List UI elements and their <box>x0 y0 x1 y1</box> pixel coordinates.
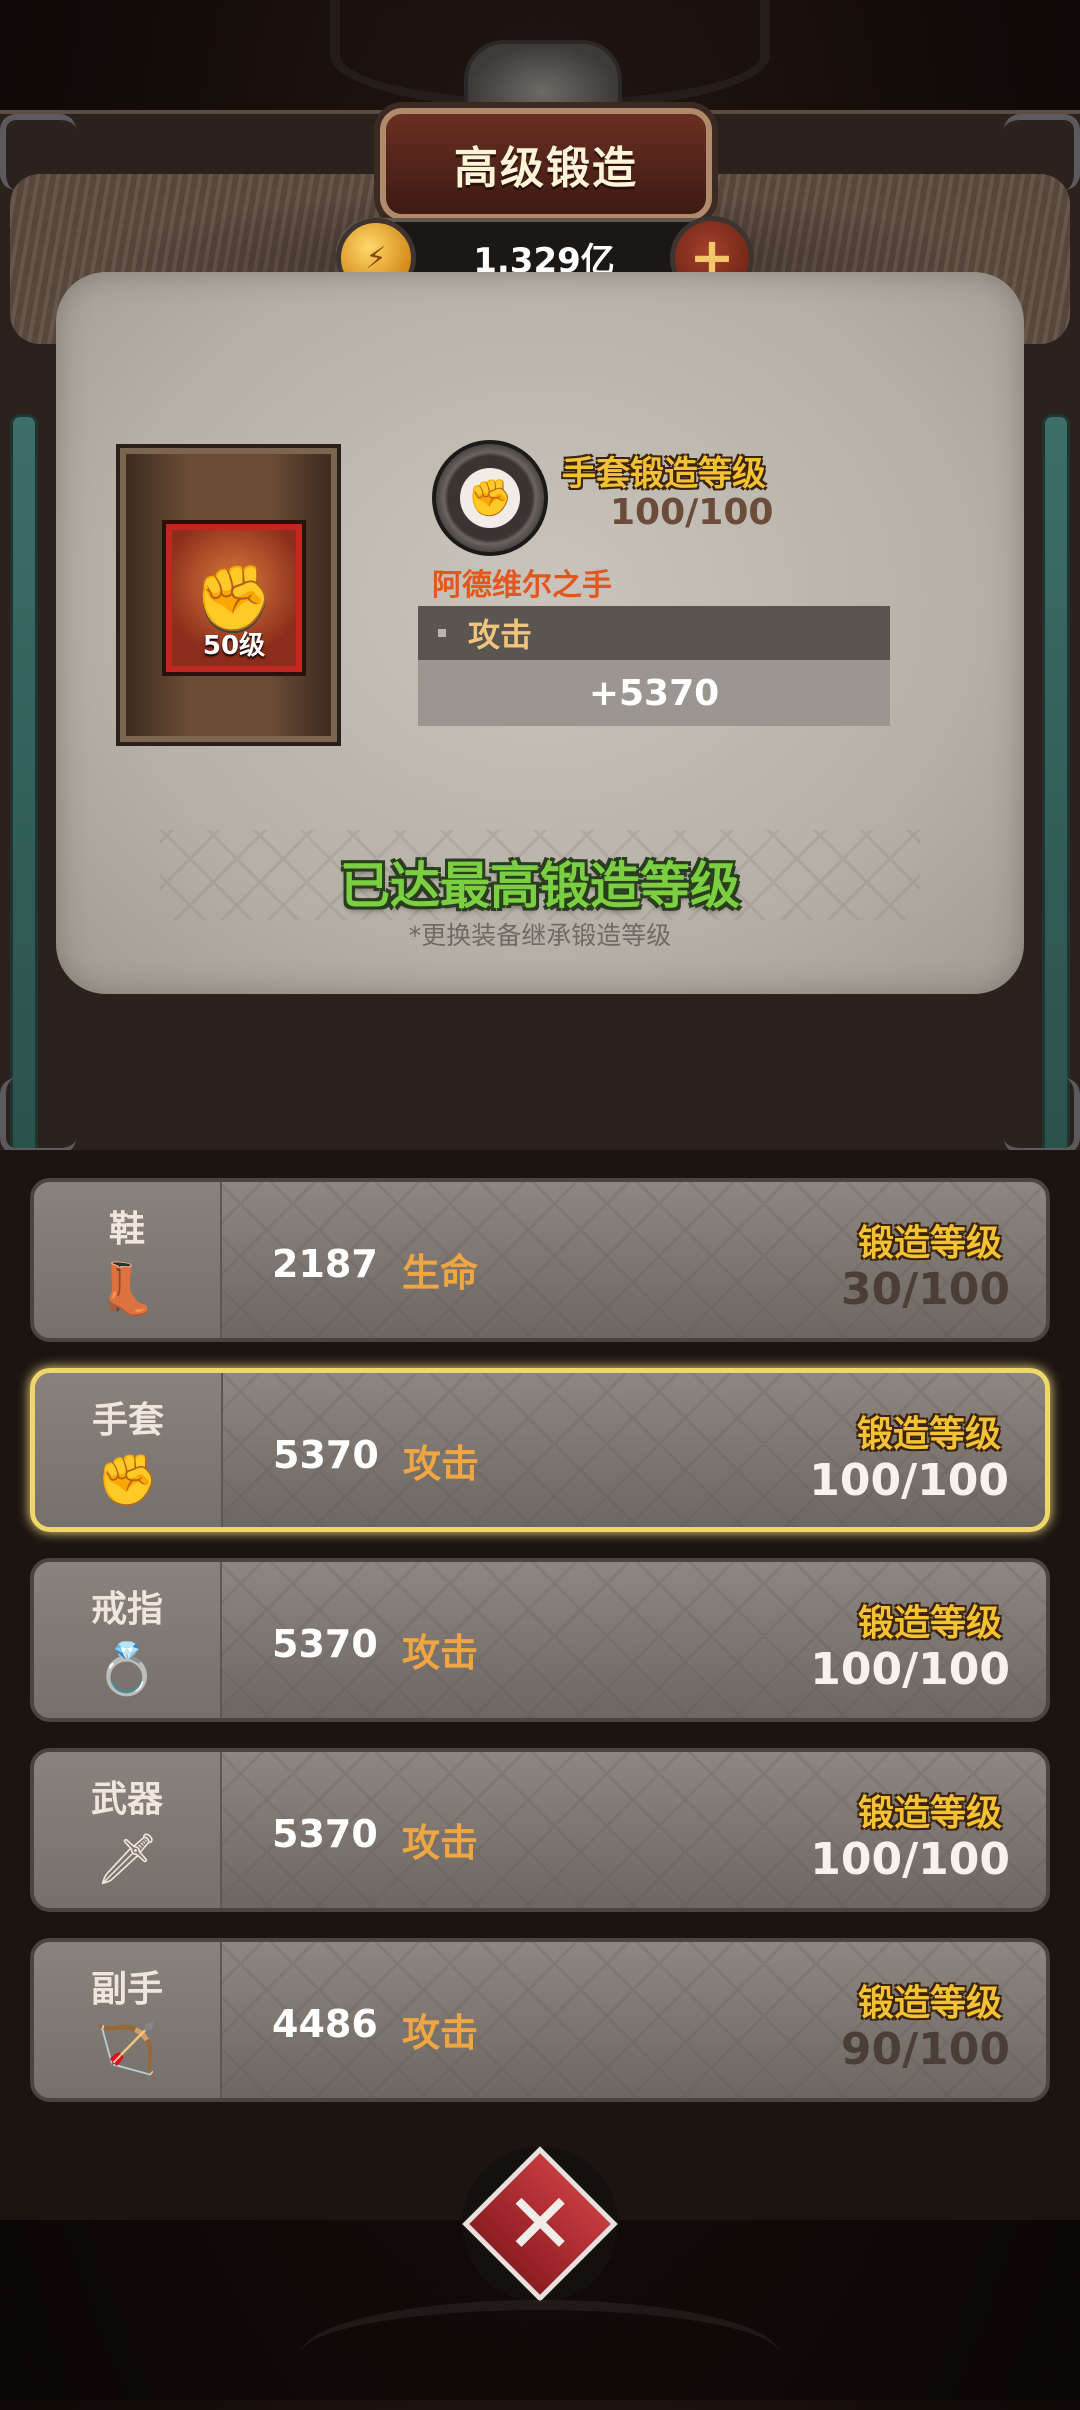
slot-label-area: 副手 🏹 <box>34 1942 222 2098</box>
slot-amount: 4486 <box>272 2002 378 2046</box>
slot-name: 副手 <box>90 1969 163 2010</box>
corner-ornament-bottom-right <box>1004 1078 1080 1154</box>
close-x-icon: ✕ <box>504 2174 576 2273</box>
slot-forge-label: 锻造等级 <box>857 1793 1002 1834</box>
slot-row-ring[interactable]: 戒指 💍 5370 攻击 锻造等级 100/100 <box>30 1558 1050 1722</box>
corner-ornament-top-left <box>0 114 76 190</box>
title-plaque: 高级锻造 <box>380 108 712 220</box>
slot-label-area: 鞋 👢 <box>34 1182 222 1338</box>
stat-value: +5370 <box>588 672 720 714</box>
slot-stat: 攻击 <box>402 1631 479 1675</box>
slot-forge-value: 100/100 <box>810 1644 1010 1695</box>
corner-ornament-top-right <box>1004 114 1080 190</box>
slot-row-offhand[interactable]: 副手 🏹 4486 攻击 锻造等级 90/100 <box>30 1938 1050 2102</box>
sword-icon: 🗡 <box>95 1830 159 1888</box>
slot-name: 武器 <box>90 1779 163 1820</box>
slot-row-gloves[interactable]: 手套 ✊ 5370 攻击 锻造等级 100/100 <box>30 1368 1050 1532</box>
slot-stat: 攻击 <box>403 1442 480 1486</box>
corner-ornament-bottom-left <box>0 1078 76 1154</box>
slot-row-weapon[interactable]: 武器 🗡 5370 攻击 锻造等级 100/100 <box>30 1748 1050 1912</box>
slot-forge-value: 90/100 <box>840 2024 1010 2075</box>
slot-label-area: 戒指 💍 <box>34 1562 222 1718</box>
bow-icon: 🏹 <box>95 2020 159 2078</box>
slot-name: 戒指 <box>90 1589 163 1630</box>
forge-type-badge: ✊ <box>432 440 548 556</box>
forge-level-label: 手套锻造等级 <box>562 454 766 494</box>
close-button[interactable]: ✕ <box>462 2146 618 2302</box>
slot-amount: 2187 <box>272 1242 378 1286</box>
equipment-slot[interactable]: ✊ 50级 <box>166 524 302 672</box>
slot-name: 手套 <box>91 1400 164 1441</box>
bullet-icon <box>438 629 446 637</box>
ring-icon: 💍 <box>95 1640 159 1698</box>
glove-icon: ✊ <box>96 1451 160 1509</box>
stat-header: 攻击 <box>418 606 890 660</box>
equipment-frame: ✊ 50级 <box>120 448 337 742</box>
stat-row: +5370 <box>418 660 890 726</box>
slot-name: 鞋 <box>108 1209 145 1250</box>
slot-forge-value: 30/100 <box>840 1264 1010 1315</box>
page-title: 高级锻造 <box>454 143 638 194</box>
slot-stat: 攻击 <box>402 2011 479 2055</box>
fist-icon: ✊ <box>460 468 520 528</box>
bottom-ornament <box>300 2300 780 2410</box>
hint-text: *更换装备继承锻造等级 <box>408 921 672 950</box>
slot-forge-label: 锻造等级 <box>856 1414 1001 1455</box>
slot-forge-label: 锻造等级 <box>857 1983 1002 2024</box>
slot-label-area: 武器 🗡 <box>34 1752 222 1908</box>
slot-row-boots[interactable]: 鞋 👢 2187 生命 锻造等级 30/100 <box>30 1178 1050 1342</box>
stat-name: 攻击 <box>468 616 533 654</box>
forge-level-value: 100/100 <box>610 492 774 533</box>
close-diamond: ✕ <box>462 2146 618 2302</box>
slot-amount: 5370 <box>272 1812 378 1856</box>
item-name: 阿德维尔之手 <box>432 568 612 603</box>
slot-stat: 攻击 <box>402 1821 479 1865</box>
slot-forge-label: 锻造等级 <box>857 1603 1002 1644</box>
slot-forge-value: 100/100 <box>810 1834 1010 1885</box>
slot-amount: 5370 <box>273 1433 379 1477</box>
slot-forge-value: 100/100 <box>809 1455 1009 1506</box>
slot-forge-label: 锻造等级 <box>857 1223 1002 1264</box>
max-level-message: 已达最高锻造等级 <box>340 857 740 915</box>
slot-amount: 5370 <box>272 1622 378 1666</box>
slot-stat: 生命 <box>402 1251 479 1295</box>
boot-icon: 👢 <box>95 1260 159 1318</box>
slot-label-area: 手套 ✊ <box>35 1373 223 1527</box>
equipment-level-badge: 50级 <box>202 631 266 661</box>
